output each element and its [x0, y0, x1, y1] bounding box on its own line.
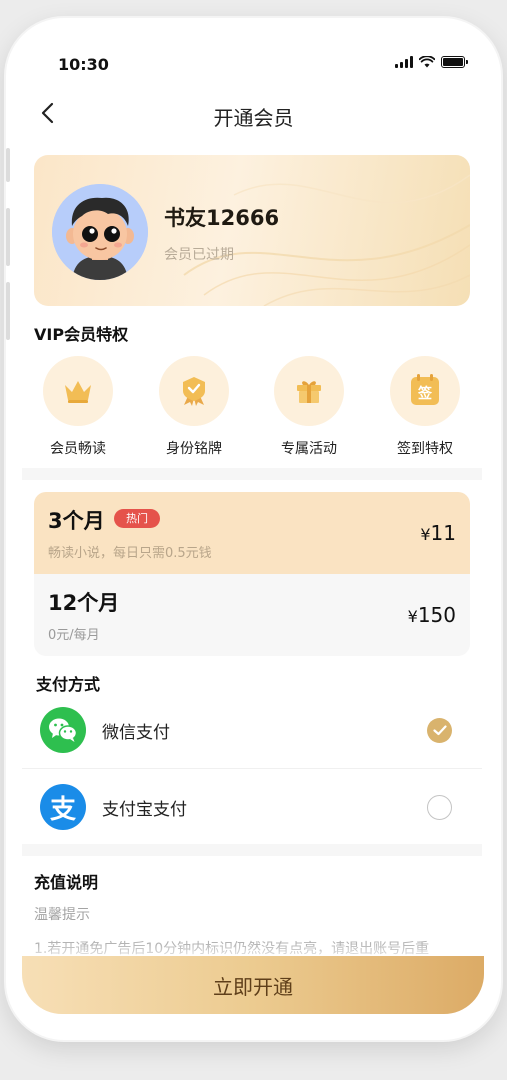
avatar-illustration: [52, 184, 148, 280]
price-value: 150: [417, 603, 456, 627]
radio-unselected[interactable]: [427, 795, 452, 820]
currency-symbol: ¥: [407, 607, 418, 626]
crown-icon: [65, 381, 91, 403]
perk-label: 身份铭牌: [166, 441, 222, 457]
perk-icon-circle: [43, 356, 113, 426]
plan-12-months[interactable]: 12个月 0元/每月 ¥150: [34, 574, 470, 656]
wechat-icon: [40, 707, 86, 753]
perk-icon-circle: [274, 356, 344, 426]
perk-label: 签到特权: [397, 441, 453, 457]
status-time: 10:30: [58, 55, 109, 74]
phone-side-button: [6, 148, 10, 182]
section-divider: [22, 468, 482, 480]
payment-option-wechat[interactable]: 微信支付: [22, 692, 482, 768]
check-icon: [432, 725, 447, 736]
plan-description: 0元/每月: [48, 628, 100, 643]
vip-perks: 会员畅读 身份铭牌 专属活动 签 签到特权: [6, 356, 501, 466]
price-value: 11: [430, 521, 456, 545]
status-icons: [395, 56, 468, 68]
plan-price: ¥11: [420, 521, 456, 545]
signal-icon: [395, 56, 413, 68]
plan-3-months[interactable]: 3个月 热门 畅读小说，每日只需0.5元钱 ¥11: [34, 492, 470, 574]
perk-label: 会员畅读: [50, 441, 106, 457]
perk-exclusive-events[interactable]: 专属活动: [259, 356, 359, 458]
plan-name: 3个月: [48, 509, 105, 533]
perk-label: 专属活动: [281, 441, 337, 457]
alipay-glyph: 支: [49, 794, 76, 825]
open-membership-button[interactable]: 立即开通: [22, 956, 484, 1014]
plan-name: 12个月: [48, 591, 120, 615]
recharge-notes-title: 充值说明: [34, 873, 99, 892]
phone-side-button: [6, 208, 10, 266]
user-name: 书友12666: [164, 206, 280, 230]
perk-member-reading[interactable]: 会员畅读: [28, 356, 128, 458]
perk-icon-circle: 签: [390, 356, 460, 426]
membership-status: 会员已过期: [164, 247, 234, 263]
currency-symbol: ¥: [420, 525, 431, 544]
avatar: [52, 184, 148, 280]
plan-price: ¥150: [408, 603, 456, 627]
phone-side-button: [6, 282, 10, 340]
payment-label: 微信支付: [102, 723, 170, 743]
nav-bar: 开通会员: [6, 90, 501, 138]
gift-icon: [297, 381, 321, 403]
plan-description: 畅读小说，每日只需0.5元钱: [48, 546, 212, 561]
hot-badge: 热门: [114, 509, 160, 528]
vip-perks-title: VIP会员特权: [34, 325, 129, 344]
calendar-sign-icon: 签: [411, 374, 439, 405]
phone-frame: 10:30 开通会员 书友12666 会员已过期 VIP会员特权 会员畅读 身份…: [6, 18, 501, 1040]
member-card: 书友12666 会员已过期: [34, 155, 470, 306]
section-divider: [22, 844, 482, 856]
wifi-icon: [419, 56, 435, 68]
calendar-sign-glyph: 签: [418, 385, 432, 402]
radio-selected[interactable]: [427, 718, 452, 743]
battery-icon: [441, 56, 468, 68]
status-bar: 10:30: [6, 18, 501, 78]
badge-icon: [183, 377, 205, 406]
page-title: 开通会员: [213, 106, 294, 130]
perk-identity-badge[interactable]: 身份铭牌: [144, 356, 244, 458]
perk-icon-circle: [159, 356, 229, 426]
notes-subtitle: 温馨提示: [34, 907, 90, 923]
payment-label: 支付宝支付: [102, 800, 187, 820]
perk-check-in[interactable]: 签 签到特权: [375, 356, 475, 458]
alipay-icon: 支: [40, 784, 86, 830]
payment-option-alipay[interactable]: 支 支付宝支付: [22, 768, 482, 844]
